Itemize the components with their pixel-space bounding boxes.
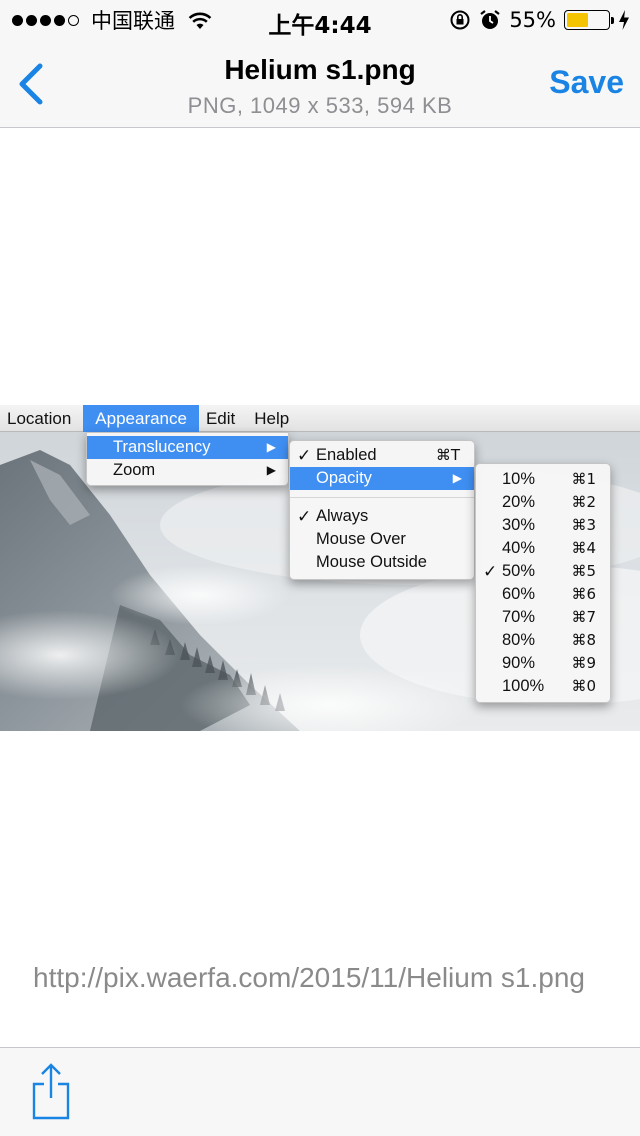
menu-item-mouse-outside: Mouse Outside [316,553,427,571]
opacity-label: 50% [502,562,536,580]
alarm-icon [480,10,500,29]
menu-item-opacity: Opacity ▶ [290,467,474,490]
checkmark-icon: ✓ [297,507,312,526]
opacity-label: 60% [502,585,536,603]
opacity-label: 80% [502,631,536,649]
opacity-label: 20% [502,493,536,511]
menu-item-always: ✓ Always [297,507,369,526]
opacity-label: 10% [502,470,536,488]
menu-item-opacity-option: ✓ 50% ⌘5 [476,560,610,583]
menu-item-opacity-option: 60% ⌘6 [476,583,610,606]
menubar-appearance: Appearance [83,405,199,432]
shortcut-label: ⌘1 [571,470,596,488]
status-bar: 中国联通 上午4:44 55% [0,0,640,40]
shortcut-label: ⌘0 [571,677,596,695]
menubar-edit: Edit [205,408,236,428]
menu-item-translucency: Translucency ▶ [87,436,288,459]
shortcut-label: ⌘9 [571,654,596,672]
shortcut-label: ⌘3 [571,516,596,534]
menu-item-opacity-option: 90% ⌘9 [476,652,610,675]
shortcut-label: ⌘6 [571,585,596,603]
menu-separator [290,497,474,498]
checkmark-icon: ✓ [483,562,498,581]
status-right: 55% [449,6,630,34]
translucency-menu: ✓ Enabled ⌘T Opacity ▶ ✓ Always Mouse Ove… [289,440,475,580]
shortcut-label: ⌘7 [571,608,596,626]
opacity-label: 30% [502,516,536,534]
menu-item-opacity-option: 100% ⌘0 [476,675,610,698]
menu-item-opacity-option: 70% ⌘7 [476,606,610,629]
menubar-location: Location [7,408,72,428]
menu-item-enabled: ✓ Enabled ⌘T [297,446,460,465]
menu-item-opacity-option: 20% ⌘2 [476,491,610,514]
menu-item-mouse-over: Mouse Over [316,530,406,548]
checkmark-icon: ✓ [297,446,312,465]
opacity-menu: 10% ⌘1 20% ⌘2 30% ⌘3 40% ⌘4 ✓ 50% ⌘5 60% ⌘6 70% ⌘7 80% ⌘… [475,463,611,703]
menu-item-opacity-option: 80% ⌘8 [476,629,610,652]
menu-item-opacity-option: 40% ⌘4 [476,537,610,560]
opacity-label: 100% [502,677,545,695]
source-url: http://pix.waerfa.com/2015/11/Helium s1.… [33,962,586,993]
battery-icon [564,10,614,30]
battery-percent: 55% [509,8,556,32]
opacity-label: 70% [502,608,536,626]
menu-item-opacity-option: 30% ⌘3 [476,514,610,537]
opacity-label: 40% [502,539,536,557]
shortcut-label: ⌘8 [571,631,596,649]
shortcut-label: ⌘5 [571,562,596,580]
menu-item-opacity-option: 10% ⌘1 [476,468,610,491]
shortcut-label: ⌘4 [571,539,596,557]
menu-item-zoom: Zoom ▶ [113,461,276,479]
image-preview[interactable]: Location Appearance Edit Help Translucen… [0,405,640,731]
shortcut-label: ⌘2 [571,493,596,511]
file-info: PNG, 1049 x 533, 594 KB [187,93,453,118]
battery-fill [567,13,588,27]
menubar-help: Help [254,408,290,428]
share-icon[interactable] [30,1062,72,1122]
charging-bolt-icon [619,10,629,30]
save-button[interactable]: Save [549,64,624,101]
appearance-menu: Translucency ▶ Zoom ▶ [86,432,289,486]
opacity-label: 90% [502,654,536,672]
file-title: Helium s1.png [224,54,416,85]
back-button[interactable] [14,60,48,108]
navigation-bar: Helium s1.png PNG, 1049 x 533, 594 KB Sa… [0,40,640,128]
mac-menu-bar: Location Appearance Edit Help [0,405,640,432]
bottom-toolbar [0,1047,640,1136]
orientation-lock-icon [450,10,470,30]
